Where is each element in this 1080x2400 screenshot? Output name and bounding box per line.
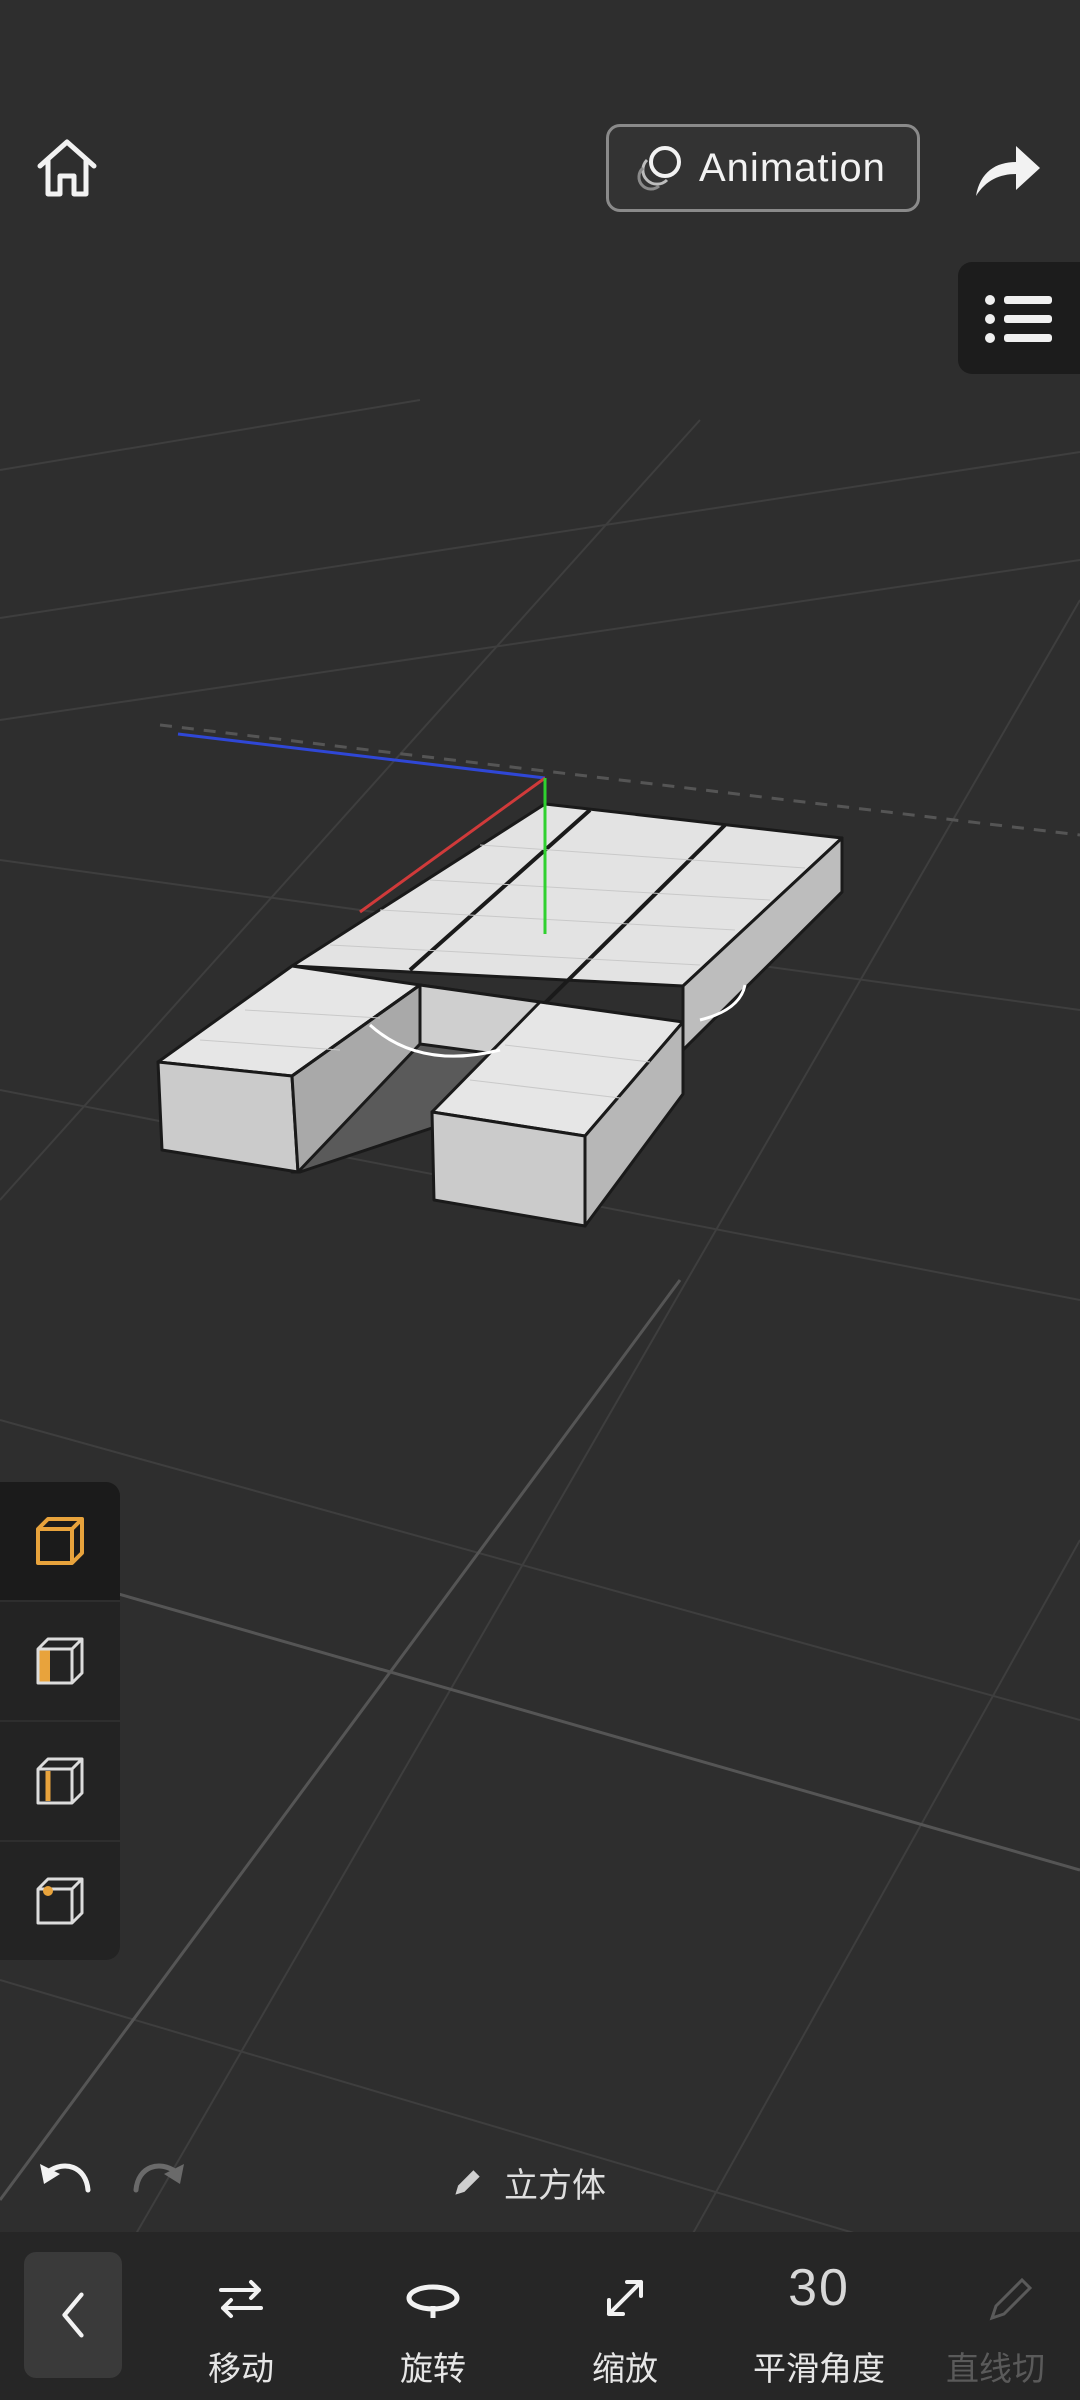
move-arrows-icon [219,2280,263,2318]
cube-edge-icon [36,1757,84,1805]
redo-button[interactable] [128,2150,190,2210]
scale-diagonal-icon [607,2280,643,2316]
mesh-front-left-leg [156,1060,300,1174]
bottom-toolbar: 移动 旋转 缩放 30 平滑角度 直线切 [0,2232,1080,2400]
axis-z[interactable] [177,732,546,780]
select-face-mode[interactable] [0,1602,120,1720]
app-root: Animation 立方体 移动 旋转 缩放 30 平滑角度 直线切 [0,0,1080,2400]
chevron-left-icon [62,2292,84,2338]
cube-face-icon [36,1637,84,1685]
smooth-angle-tool[interactable]: 30 平滑角度 [734,2232,904,2400]
selection-mode-panel [0,1482,120,1964]
mesh-object[interactable] [156,802,844,1228]
pencil-icon [455,2170,480,2195]
viewport-3d[interactable] [0,0,1080,2400]
share-arrow-icon [976,146,1040,196]
ground-grid [0,399,1080,2400]
scale-tool[interactable]: 缩放 [540,2232,710,2400]
home-button[interactable] [30,130,104,204]
undo-button[interactable] [34,2150,96,2210]
line-cut-tool[interactable]: 直线切 [926,2232,1080,2400]
line-cut-label: 直线切 [946,2349,1045,2388]
select-vertex-mode[interactable] [0,1842,120,1960]
select-edge-mode[interactable] [0,1722,120,1840]
move-tool[interactable]: 移动 [156,2232,326,2400]
outliner-button[interactable] [958,262,1080,374]
rotate-tool[interactable]: 旋转 [348,2232,518,2400]
undo-icon [40,2163,91,2193]
redo-icon [133,2163,184,2193]
cube-object-icon [36,1517,84,1565]
back-button[interactable] [24,2252,122,2378]
rotate-label: 旋转 [400,2349,466,2388]
move-label: 移动 [208,2349,274,2388]
pencil-icon [989,2277,1033,2321]
share-button[interactable] [972,138,1044,202]
list-icon [985,295,1052,343]
animation-button[interactable]: Animation [606,124,920,212]
select-object-mode[interactable] [0,1482,120,1600]
home-icon [37,139,97,197]
object-name: 立方体 [504,2165,606,2206]
smooth-angle-label: 平滑角度 [753,2349,885,2388]
rotate-icon [406,2284,460,2318]
animation-icon [637,146,681,191]
object-name-label[interactable]: 立方体 [450,2152,606,2212]
cube-vertex-icon [36,1877,84,1925]
scale-label: 缩放 [592,2349,658,2388]
smooth-angle-value: 30 [788,2259,850,2317]
animation-label: Animation [699,145,886,190]
